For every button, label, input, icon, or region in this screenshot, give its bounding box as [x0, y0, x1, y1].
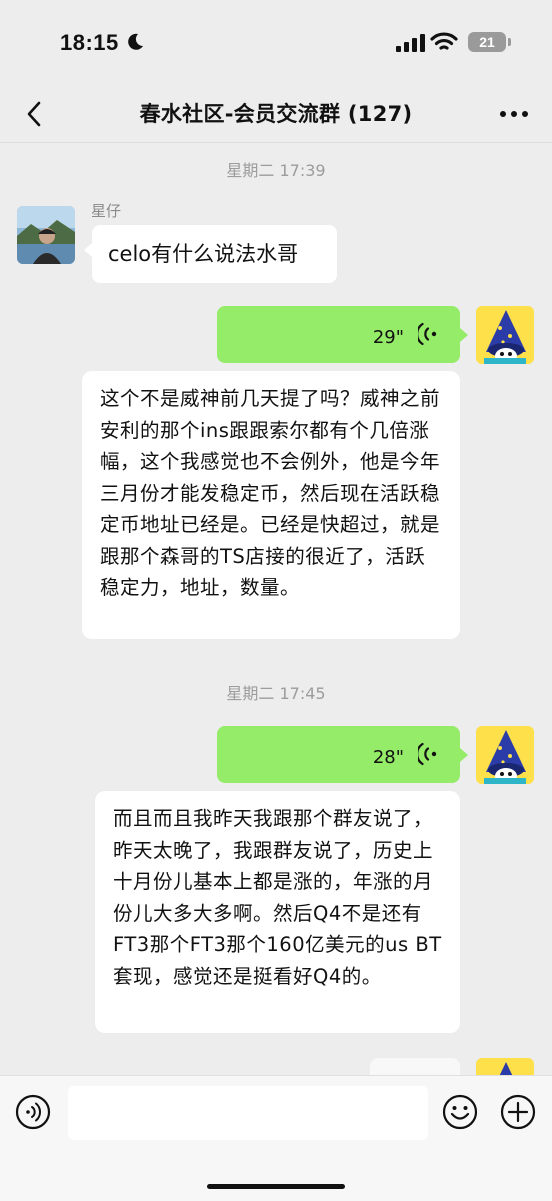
input-bar [0, 1075, 552, 1201]
battery-level: 21 [479, 34, 495, 50]
voice-message[interactable]: 29" [217, 306, 460, 363]
chevron-left-icon[interactable] [18, 96, 54, 132]
status-time: 18:15 [60, 30, 119, 55]
voice-duration: 28" [372, 747, 404, 768]
self-avatar[interactable] [476, 306, 534, 364]
plus-icon[interactable] [500, 1094, 536, 1130]
self-avatar[interactable] [476, 1058, 534, 1075]
emoji-icon[interactable] [442, 1094, 478, 1130]
avatar[interactable] [17, 206, 75, 264]
bubble-tail [460, 748, 468, 762]
voice-transcript[interactable]: 而且而且我昨天我跟那个群友说了，昨天太晚了，我跟群友说了，历史上十月份儿基本上都… [95, 791, 460, 1033]
sender-name: 星仔 [91, 202, 122, 220]
home-indicator [207, 1184, 345, 1189]
message-bubble[interactable]: celo有什么说法水哥 [92, 225, 337, 283]
voice-mode-icon[interactable] [15, 1094, 51, 1130]
moon-icon [128, 33, 143, 50]
message-timestamp: 星期二 17:39 [226, 161, 326, 180]
message-bubble-partial[interactable] [370, 1058, 460, 1075]
voice-transcript[interactable]: 这个不是威神前几天提了吗？威神之前安利的那个ins跟跟索尔都有个几倍涨幅，这个我… [82, 371, 460, 639]
cellular-signal-icon [396, 34, 425, 52]
message-timestamp: 星期二 17:45 [226, 684, 326, 703]
voice-duration: 29" [372, 327, 404, 348]
voice-wave-icon [418, 742, 437, 766]
self-avatar[interactable] [476, 726, 534, 784]
message-input[interactable] [68, 1086, 428, 1140]
battery-nub [508, 38, 511, 46]
chat-header: 春水社区-会员交流群 (127) [0, 86, 552, 143]
status-bar: 18:15 21 [0, 0, 552, 86]
battery-icon: 21 [468, 32, 506, 52]
bubble-tail [84, 243, 92, 257]
voice-message[interactable]: 28" [217, 726, 460, 783]
wifi-icon [430, 32, 458, 50]
more-dots-icon[interactable] [496, 98, 532, 130]
chat-title: 春水社区-会员交流群 (127) [139, 102, 413, 126]
bubble-tail [460, 328, 468, 342]
voice-wave-icon [418, 322, 437, 346]
chat-messages[interactable]: 星期二 17:39 星仔 celo有什么说法水哥 29" 这个不是威神前几天提了… [0, 143, 552, 1075]
